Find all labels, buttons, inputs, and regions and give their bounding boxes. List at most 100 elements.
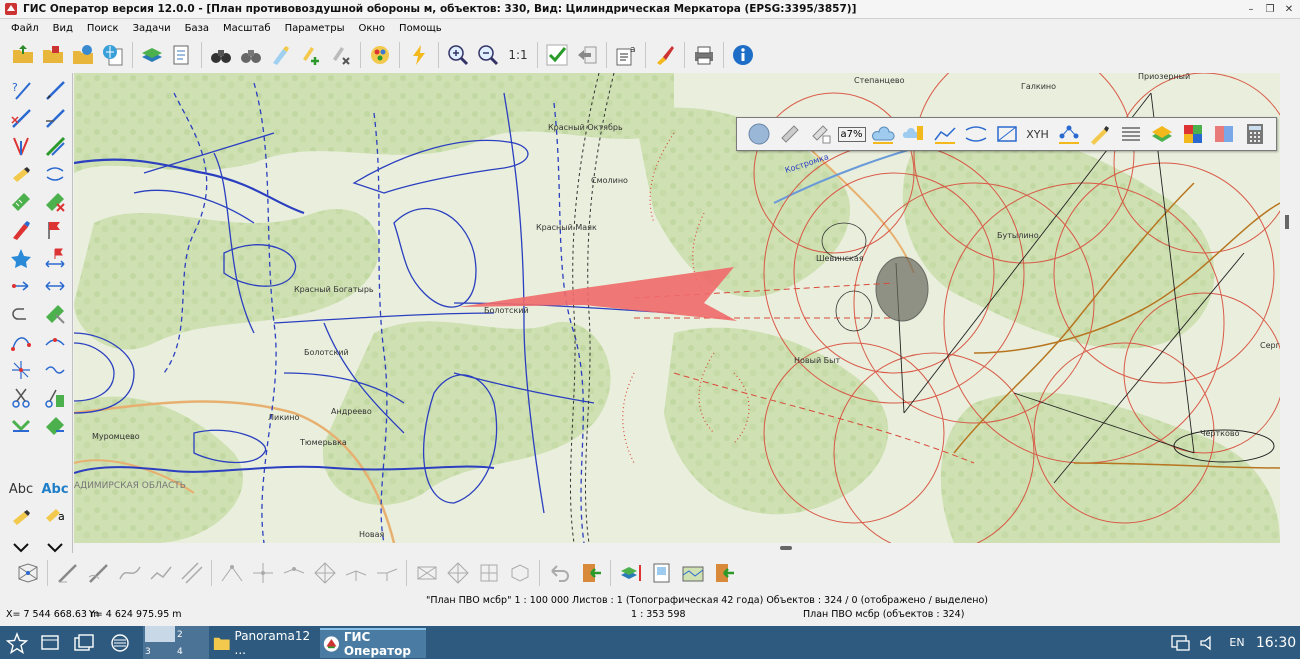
green-stamp-tool[interactable] [40, 302, 70, 326]
pen-tool[interactable] [40, 78, 70, 102]
save-folder-button[interactable] [68, 40, 98, 70]
terrain-tool-button[interactable] [1146, 120, 1177, 148]
layers-button[interactable] [137, 40, 167, 70]
show-desktop-button[interactable] [33, 626, 66, 659]
profile-tool-button[interactable] [960, 120, 991, 148]
color-palette-button[interactable] [365, 40, 395, 70]
vertex-cross-button[interactable] [247, 558, 278, 588]
fold-2-button[interactable] [371, 558, 402, 588]
net-3-button[interactable] [473, 558, 504, 588]
panel-splitter[interactable] [74, 543, 1300, 553]
binoculars-2-button[interactable] [236, 40, 266, 70]
menu-base[interactable]: База [178, 23, 216, 34]
calculator-tool-button[interactable] [1239, 120, 1270, 148]
marker-add-button[interactable] [296, 40, 326, 70]
marker-text-tool[interactable]: a [40, 505, 70, 529]
menu-tasks[interactable]: Задачи [126, 23, 178, 34]
network-tool-button[interactable] [1053, 120, 1084, 148]
menu-parameters[interactable]: Параметры [278, 23, 352, 34]
pager-desk-4[interactable]: 4 [177, 647, 183, 657]
open-folder-button[interactable] [8, 40, 38, 70]
net-4-button[interactable] [504, 558, 535, 588]
exit-button[interactable] [575, 558, 606, 588]
pager-desk-1-preview[interactable] [145, 626, 175, 642]
binoculars-button[interactable] [206, 40, 236, 70]
file-manager-button[interactable] [102, 626, 138, 659]
scissors-doc-tool[interactable] [40, 386, 70, 410]
arrow-right-tool[interactable] [6, 274, 36, 298]
menu-file[interactable]: Файл [4, 23, 46, 34]
lightning-button[interactable] [404, 40, 434, 70]
cylinder-2-tool-button[interactable] [805, 120, 836, 148]
star-shape-tool[interactable] [6, 246, 36, 270]
cloud-tool-button[interactable] [867, 120, 898, 148]
pen-curve-button[interactable] [83, 558, 114, 588]
open-folder-2-button[interactable] [38, 40, 68, 70]
doc-frame-button[interactable] [646, 558, 677, 588]
menu-scale[interactable]: Масштаб [216, 23, 278, 34]
volume-tray-button[interactable] [1194, 626, 1222, 659]
export-doc-button[interactable] [167, 40, 197, 70]
arc-tool[interactable] [40, 330, 70, 354]
cross-point-tool[interactable] [6, 358, 36, 382]
net-1-button[interactable] [411, 558, 442, 588]
pager-desk-2[interactable]: 2 [177, 630, 183, 640]
vertical-scrollbar[interactable] [1281, 73, 1300, 543]
text-abc-tool[interactable]: Abc [6, 477, 36, 501]
circle-tool-button[interactable] [743, 120, 774, 148]
flag-arrows-tool[interactable] [40, 246, 70, 270]
green-ruler-2-tool[interactable] [40, 414, 70, 438]
mesh-button[interactable] [309, 558, 340, 588]
draw-line-tool[interactable] [40, 106, 70, 130]
menu-view[interactable]: Вид [46, 23, 80, 34]
fold-button[interactable] [340, 558, 371, 588]
keyboard-layout[interactable]: EN [1222, 626, 1252, 659]
color-map-tool-button[interactable] [1177, 120, 1208, 148]
splitter-grip[interactable] [780, 546, 792, 550]
cut-line-tool[interactable] [40, 162, 70, 186]
map-template-button[interactable] [677, 558, 708, 588]
split-tool[interactable] [6, 134, 36, 158]
undo-button[interactable] [544, 558, 575, 588]
edit-pen-tool[interactable] [40, 134, 70, 158]
menu-help[interactable]: Помощь [392, 23, 449, 34]
list-tool-button[interactable] [1115, 120, 1146, 148]
window-list-button[interactable] [66, 626, 102, 659]
box-tool-button[interactable] [991, 120, 1022, 148]
scale-1-1-button[interactable]: 1:1 [503, 40, 533, 70]
exit-2-button[interactable] [708, 558, 739, 588]
xyh-tool-button[interactable]: XYH [1022, 120, 1053, 148]
minimize-icon[interactable]: – [1244, 2, 1258, 16]
printer-button[interactable] [689, 40, 719, 70]
marker-yellow-tool[interactable] [6, 505, 36, 529]
pen-edit-button[interactable] [52, 558, 83, 588]
text-abc-edit-tool[interactable]: Abc [40, 477, 70, 501]
clock[interactable]: 16:30 [1252, 626, 1300, 659]
draw-cross-tool[interactable] [6, 106, 36, 130]
compare-tool-button[interactable] [1208, 120, 1239, 148]
return-arrow-tool[interactable] [6, 302, 36, 326]
back-arrow-button[interactable] [572, 40, 602, 70]
menu-search[interactable]: Поиск [80, 23, 126, 34]
desktop-pager[interactable]: 2 3 4 [143, 626, 209, 659]
cloud-2-tool-button[interactable] [898, 120, 929, 148]
cylinder-tool-button[interactable] [774, 120, 805, 148]
brush-button[interactable] [650, 40, 680, 70]
curve-tool[interactable] [6, 330, 36, 354]
scissors-tool[interactable] [6, 386, 36, 410]
net-2-button[interactable] [442, 558, 473, 588]
network-tray-button[interactable] [1166, 626, 1194, 659]
red-flag-tool[interactable] [40, 218, 70, 242]
start-button[interactable] [0, 626, 33, 659]
restore-icon[interactable]: ❐ [1263, 2, 1277, 16]
globe-doc-button[interactable] [98, 40, 128, 70]
task-gis-operator[interactable]: ГИС Оператор [320, 628, 426, 658]
menu-window[interactable]: Окно [351, 23, 392, 34]
ruler-green-tool[interactable] [6, 190, 36, 214]
parallel-lines-button[interactable] [176, 558, 207, 588]
polyline-tool-button[interactable] [929, 120, 960, 148]
merge-tool[interactable] [6, 414, 36, 438]
layers-sort-button[interactable] [615, 558, 646, 588]
text-doc-button[interactable]: a [611, 40, 641, 70]
ruler-delete-tool[interactable] [40, 190, 70, 214]
